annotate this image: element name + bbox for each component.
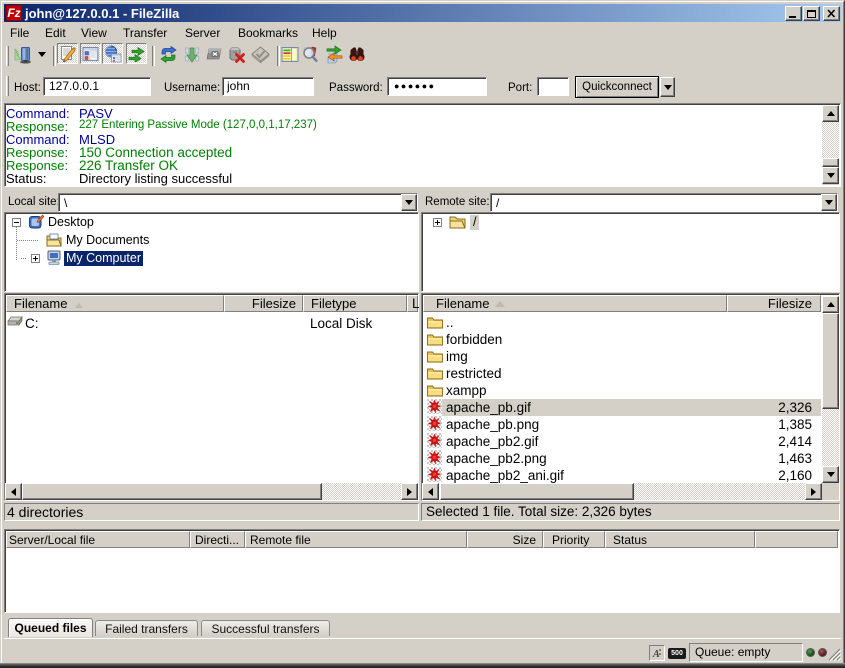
svg-text:A: A: [652, 649, 660, 659]
